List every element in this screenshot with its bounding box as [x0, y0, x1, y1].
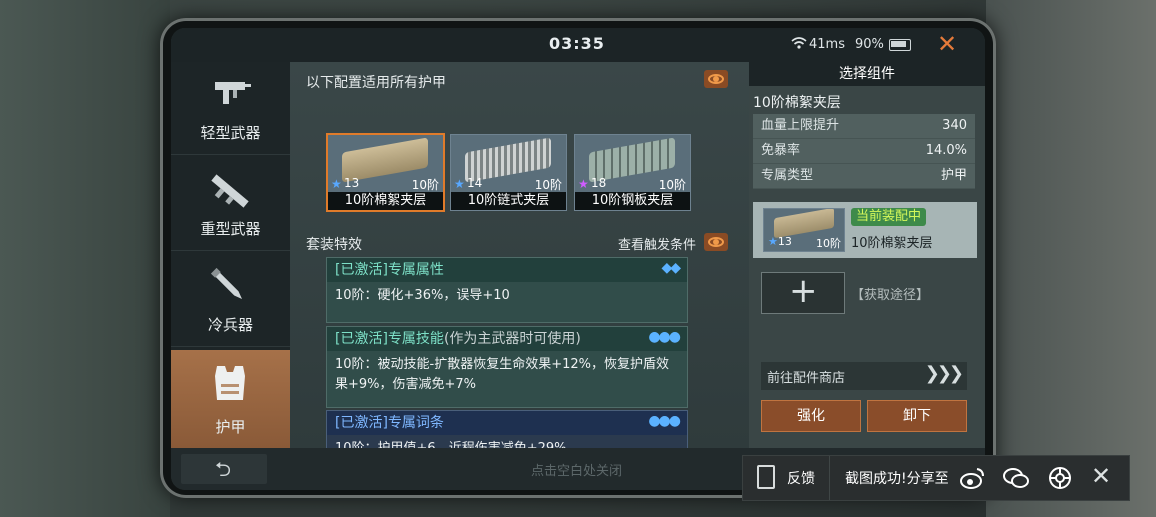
background-right — [986, 0, 1156, 517]
component-name: 10阶棉絮夹层 — [753, 95, 841, 111]
eye-icon[interactable] — [704, 233, 728, 251]
share-bar: 反馈 截图成功!分享至 ✕ — [742, 455, 1130, 501]
eye-icon[interactable] — [704, 70, 728, 88]
add-component-button[interactable]: + — [761, 271, 845, 314]
feedback-label[interactable]: 反馈 — [787, 468, 815, 488]
more-icon[interactable]: ◆◆ — [661, 260, 680, 276]
set-effects-title: 套装特效 — [306, 237, 362, 253]
wechat-icon[interactable] — [1003, 466, 1029, 490]
cotton-layer-image — [774, 209, 834, 239]
card-tier: 10阶 — [816, 237, 841, 250]
weibo-icon[interactable] — [959, 466, 985, 490]
unequip-button[interactable]: 卸下 — [867, 400, 967, 432]
battery-percent: 90% — [855, 37, 884, 52]
battery-icon — [889, 39, 911, 51]
effect-text: 10阶：被动技能-扩散器恢复生命效果+12%，恢复护盾效果+9%，伤害减免+7% — [335, 357, 670, 392]
share-text: 截图成功!分享至 — [845, 471, 949, 487]
nav-item-melee[interactable]: 冷兵器 — [171, 254, 290, 347]
chevron-right-icon: ❯❯❯ — [924, 363, 964, 384]
nav-label: 护甲 — [215, 418, 246, 436]
card-tier: 10阶 — [534, 178, 562, 192]
back-arrow-icon: ⮌ — [215, 457, 232, 481]
knife-icon — [210, 267, 243, 300]
component-card[interactable]: ★ 14 10阶 10阶链式夹层 — [450, 134, 567, 211]
equipped-component[interactable]: ★13 10阶 当前装配中 10阶棉絮夹层 — [753, 202, 977, 258]
config-area: 以下配置适用所有护甲 ★ 13 10阶 10阶棉絮夹层 ★ 14 10阶 10阶… — [290, 62, 749, 464]
equipped-thumbnail: ★13 10阶 — [763, 208, 845, 252]
card-tier: 10阶 — [658, 178, 686, 192]
moments-icon[interactable] — [1047, 466, 1073, 490]
feedback-icon[interactable] — [757, 465, 775, 489]
nav-label: 轻型武器 — [200, 124, 261, 142]
card-tier: 10阶 — [411, 178, 439, 192]
nav-item-armor[interactable]: 护甲 — [171, 350, 290, 449]
component-panel: 选择组件 10阶棉絮夹层 血量上限提升 340 免暴率 14.0% 专属类型 护甲 ★… — [749, 62, 985, 448]
effect-block: [已激活]专属技能(作为主武器时可使用) ●●● 10阶：被动技能-扩散器恢复生… — [326, 326, 688, 408]
stat-table: 血量上限提升 340 免暴率 14.0% 专属类型 护甲 — [753, 114, 975, 189]
effect-text: 10阶：硬化+36%，误导+10 — [335, 288, 510, 303]
stat-row: 血量上限提升 340 — [753, 114, 975, 139]
shop-label: 前往配件商店 — [767, 371, 846, 386]
background-left — [0, 0, 170, 517]
component-card[interactable]: ★ 18 10阶 10阶钢板夹层 — [574, 134, 691, 211]
smg-icon — [215, 82, 251, 104]
wifi-icon — [791, 36, 807, 54]
card-rank: ★13 — [768, 235, 792, 248]
plus-icon: + — [789, 271, 818, 311]
close-hint: 点击空白处关闭 — [531, 464, 623, 479]
stat-row: 专属类型 护甲 — [753, 164, 975, 189]
component-card[interactable]: ★ 13 10阶 10阶棉絮夹层 — [326, 133, 445, 212]
nav-label: 冷兵器 — [207, 316, 253, 334]
shop-button[interactable]: 前往配件商店 ❯❯❯ — [761, 362, 967, 390]
nav-item-light-weapons[interactable]: 轻型武器 — [171, 62, 290, 155]
close-icon[interactable]: ✕ — [937, 30, 957, 58]
launcher-icon — [211, 174, 249, 208]
effect-header: [已激活]专属词条 — [327, 411, 687, 435]
more-icon[interactable]: ●●● — [648, 413, 681, 429]
back-button[interactable]: ⮌ — [181, 454, 267, 484]
effect-block: [已激活]专属属性 ◆◆ 10阶：硬化+36%，误导+10 — [326, 257, 688, 323]
status-bar: 03:35 41ms 90% ✕ — [171, 28, 985, 62]
nav-item-heavy-weapons[interactable]: 重型武器 — [171, 158, 290, 251]
card-name: 10阶钢板夹层 — [575, 192, 690, 210]
screen: 03:35 41ms 90% ✕ 轻型武器 重型武器 冷兵器 护甲 以下配置适用… — [171, 28, 985, 490]
card-rank: 13 — [344, 176, 360, 190]
effect-header: [已激活]专属技能(作为主武器时可使用) — [327, 327, 687, 351]
stat-row: 免暴率 14.0% — [753, 139, 975, 164]
card-rank: 18 — [591, 176, 607, 190]
equipped-name: 10阶棉絮夹层 — [851, 236, 933, 251]
config-title: 以下配置适用所有护甲 — [306, 75, 446, 91]
trigger-conditions-link[interactable]: 查看触发条件 — [618, 234, 696, 253]
more-icon[interactable]: ●●● — [648, 329, 681, 345]
card-rank: 14 — [467, 176, 483, 190]
ping-text: 41ms — [809, 37, 845, 52]
category-nav: 轻型武器 重型武器 冷兵器 护甲 — [171, 62, 290, 449]
divider — [829, 456, 830, 500]
card-name: 10阶链式夹层 — [451, 192, 566, 210]
clock: 03:35 — [549, 34, 605, 53]
effect-header: [已激活]专属属性 — [327, 258, 687, 282]
card-name: 10阶棉絮夹层 — [328, 192, 443, 210]
nav-label: 重型武器 — [200, 220, 261, 238]
equipped-badge: 当前装配中 — [851, 208, 927, 226]
panel-title: 选择组件 — [749, 62, 985, 86]
close-icon[interactable]: ✕ — [1091, 462, 1111, 490]
armor-vest-icon — [215, 366, 245, 400]
enhance-button[interactable]: 强化 — [761, 400, 861, 432]
obtain-source-link[interactable]: 【获取途径】 — [851, 284, 929, 303]
